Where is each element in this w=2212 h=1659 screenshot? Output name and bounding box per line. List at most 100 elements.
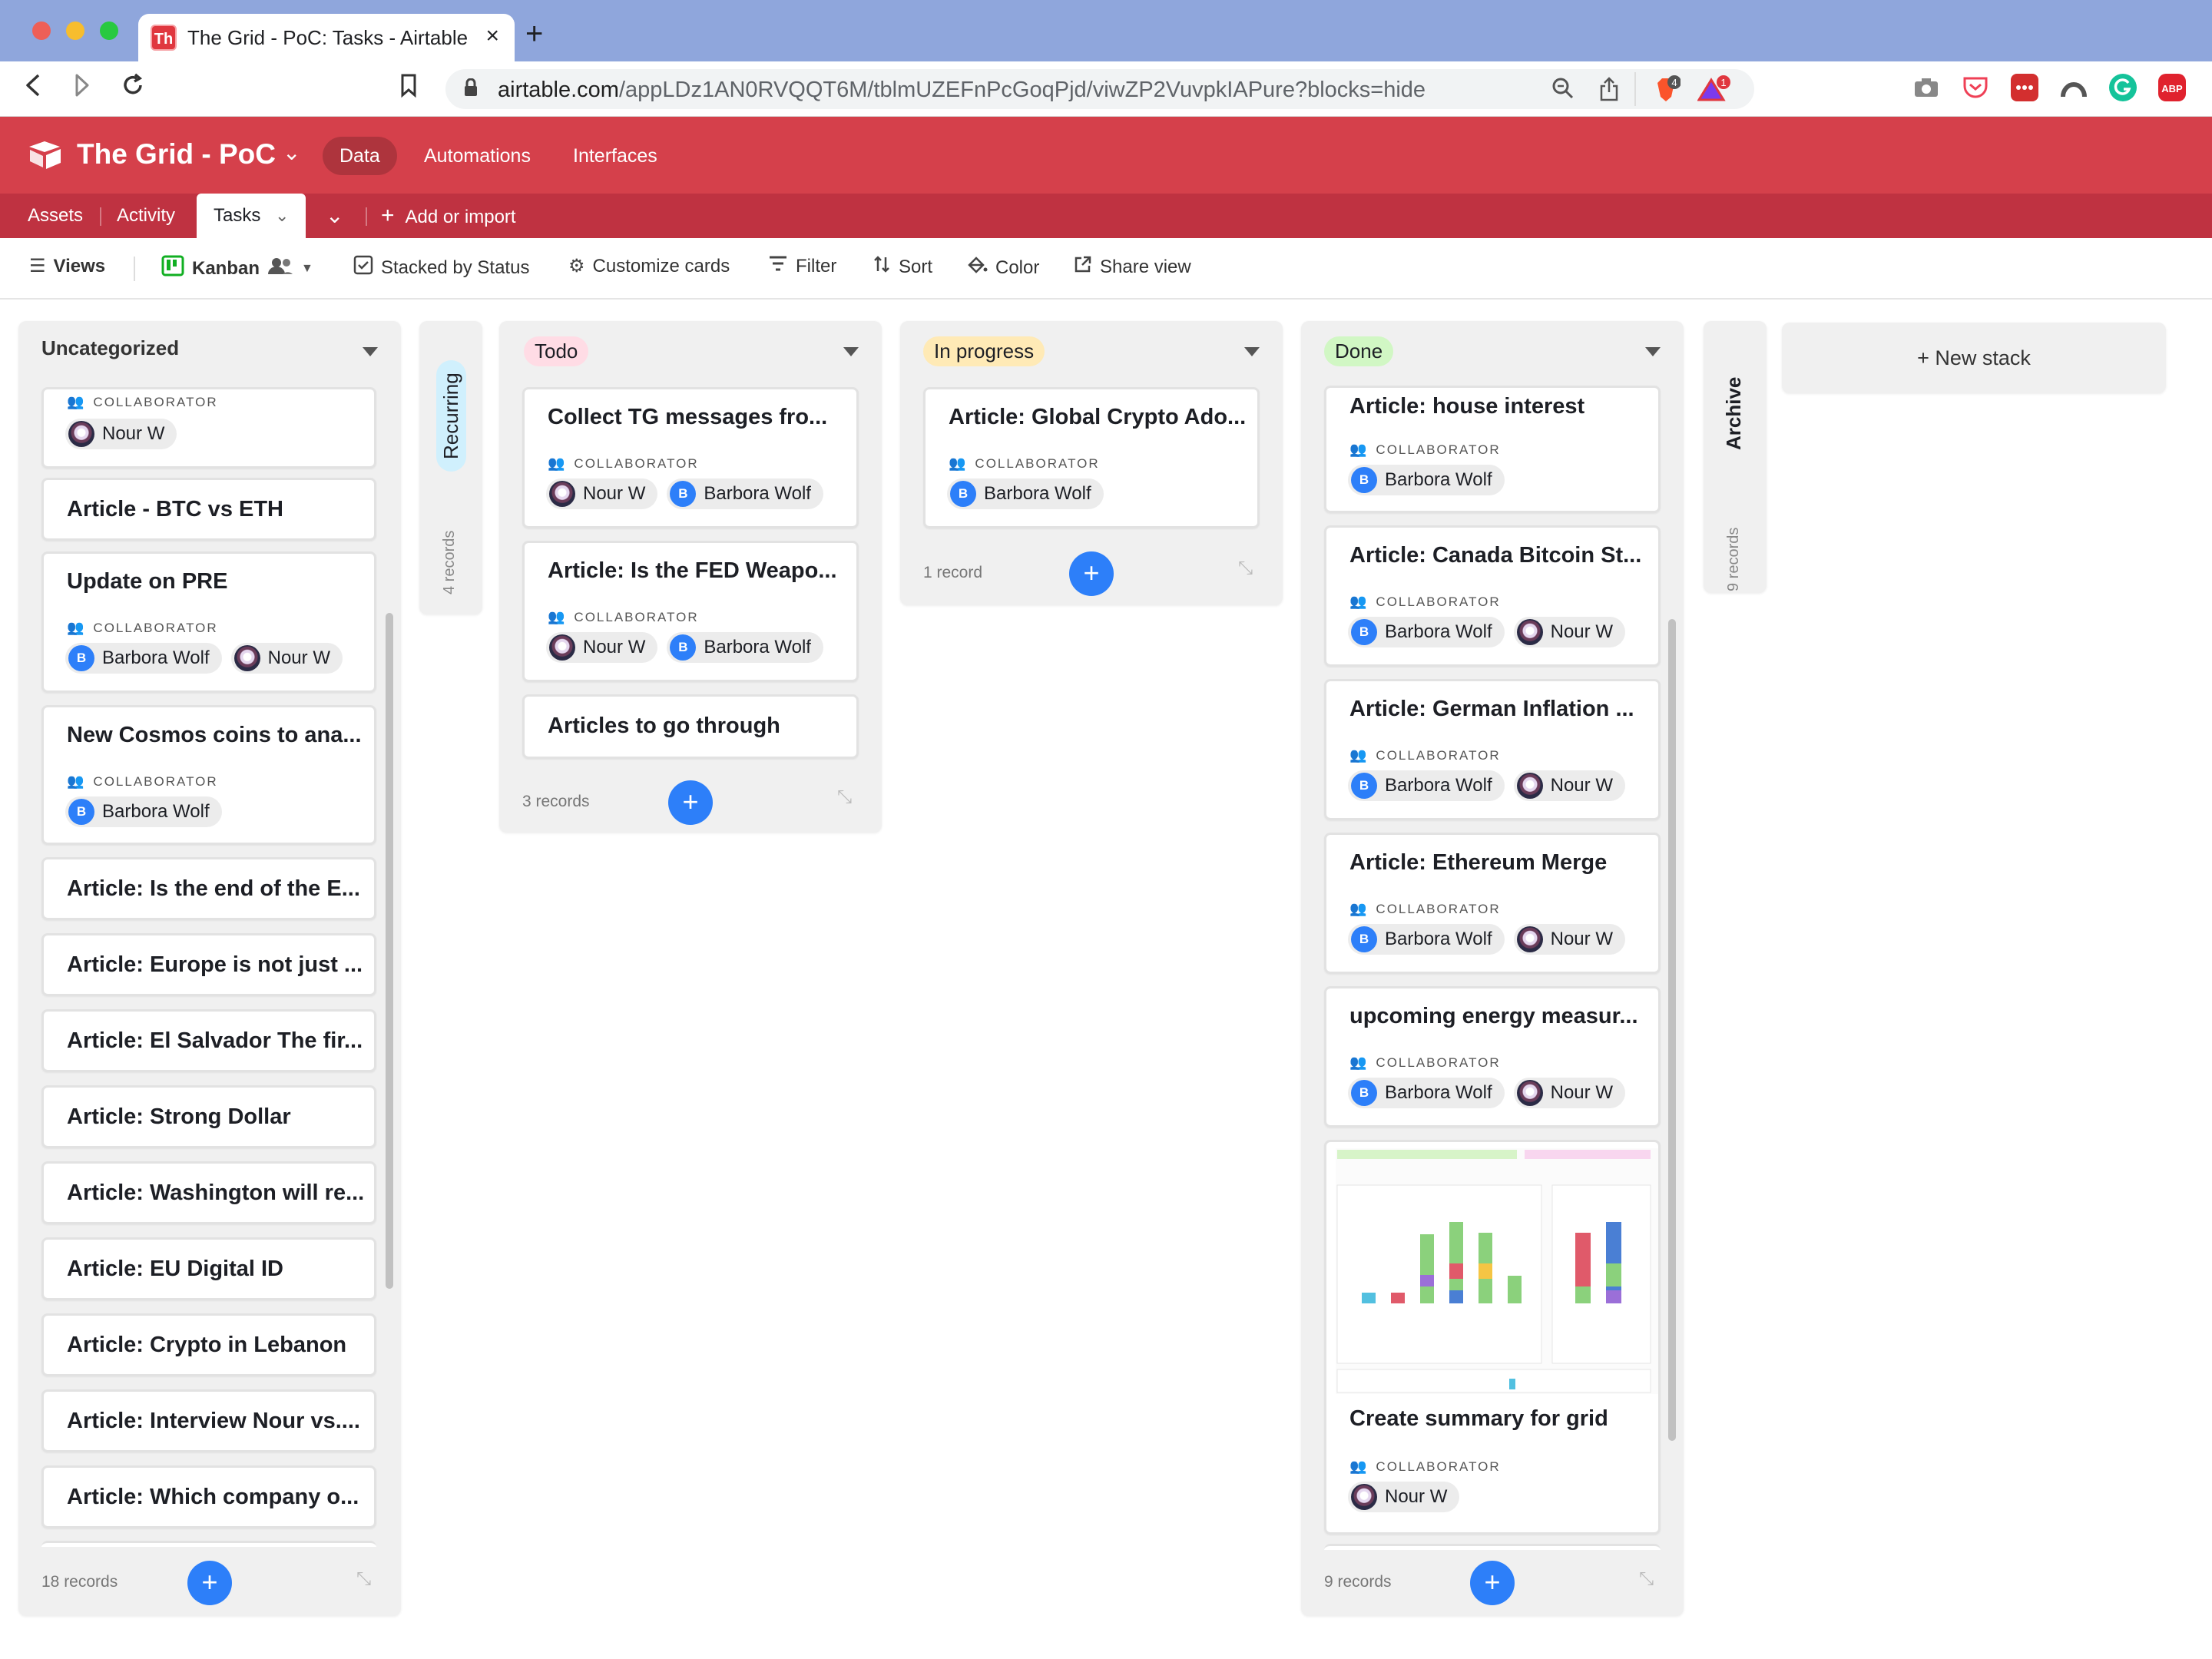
stack-done: Done Article: house interest 👥 COLLABORAT… bbox=[1301, 321, 1684, 1616]
stack-menu-caret-icon[interactable] bbox=[1244, 347, 1260, 356]
record-card[interactable]: Articles to go through bbox=[522, 694, 859, 759]
browser-tab[interactable]: Th The Grid - PoC: Tasks - Airtable × bbox=[138, 14, 515, 63]
record-card[interactable]: Article: Which company o... bbox=[41, 1465, 376, 1528]
add-or-import-button[interactable]: + Add or import bbox=[381, 194, 516, 238]
stack-archive[interactable]: Archive 9 records bbox=[1704, 321, 1767, 593]
close-window-button[interactable] bbox=[32, 22, 51, 40]
collapse-stack-icon[interactable]: ⤡ bbox=[837, 786, 852, 808]
views-button[interactable]: ☰ Views bbox=[29, 255, 105, 277]
arc-extension-icon[interactable] bbox=[2060, 74, 2088, 101]
record-count: 9 records bbox=[1324, 1573, 1392, 1591]
camera-icon[interactable] bbox=[1912, 74, 1940, 101]
collaborator-chip: Nour W bbox=[1513, 1078, 1625, 1108]
record-card[interactable]: 👥 COLLABORATOR Nour W bbox=[41, 387, 376, 469]
record-card[interactable]: Article: Washington will re... bbox=[41, 1161, 376, 1224]
sort-button[interactable]: Sort bbox=[873, 255, 932, 279]
collaborator-chip: B Barbora Wolf bbox=[1348, 924, 1505, 955]
base-name[interactable]: The Grid - PoC bbox=[77, 138, 276, 171]
stacked-by-button[interactable]: Stacked by Status bbox=[353, 255, 529, 280]
record-card[interactable]: Collect TG messages fro... 👥 COLLABORATOR… bbox=[522, 387, 859, 528]
tab-automations[interactable]: Automations bbox=[407, 137, 548, 175]
add-record-button[interactable]: + bbox=[1470, 1561, 1515, 1605]
record-card[interactable]: Article: EU Digital ID bbox=[41, 1237, 376, 1300]
stack-scrollbar[interactable] bbox=[1668, 619, 1676, 1441]
new-tab-button[interactable]: + bbox=[525, 17, 543, 51]
share-icon[interactable] bbox=[1599, 77, 1619, 107]
collapse-stack-icon[interactable]: ⤡ bbox=[1238, 558, 1253, 579]
record-card[interactable]: Article: German Inflation ... 👥 COLLABORA… bbox=[1324, 679, 1661, 820]
record-card[interactable]: Article: house interest 👥 COLLABORATOR BB… bbox=[1324, 386, 1661, 513]
table-tab-assets[interactable]: Assets bbox=[28, 194, 83, 238]
record-count: 4 records bbox=[441, 530, 458, 594]
filter-button[interactable]: Filter bbox=[768, 255, 836, 277]
avatar bbox=[68, 421, 94, 447]
record-card[interactable]: Article: Crypto in Lebanon bbox=[41, 1313, 376, 1376]
stack-menu-caret-icon[interactable] bbox=[843, 347, 859, 356]
people-icon: 👥 bbox=[548, 609, 567, 624]
stack-recurring[interactable]: Recurring 4 records bbox=[419, 321, 482, 614]
attachment-thumbnail[interactable] bbox=[1336, 1148, 1658, 1394]
avatar: B bbox=[670, 481, 697, 507]
card-title: Article: Is the FED Weapo... bbox=[548, 558, 837, 583]
record-card[interactable]: Update on PRE 👥 COLLABORATOR B Barbora Wol… bbox=[41, 551, 376, 693]
extension-red-icon[interactable] bbox=[2011, 74, 2038, 101]
adblock-icon[interactable]: ABP bbox=[2158, 74, 2186, 101]
all-tables-chevron-icon[interactable]: ⌄ bbox=[326, 194, 343, 238]
brave-rewards-icon[interactable]: 1 bbox=[1697, 75, 1731, 110]
collaborator-chip: Nour W bbox=[546, 478, 658, 509]
stack-title: Todo bbox=[524, 336, 589, 366]
avatar: B bbox=[68, 799, 94, 825]
tab-interfaces[interactable]: Interfaces bbox=[556, 137, 674, 175]
collaborator-chips: B Barbora Wolf bbox=[1348, 465, 1505, 495]
card-title: Article: Which company o... bbox=[67, 1485, 359, 1509]
share-view-button[interactable]: Share view bbox=[1074, 255, 1191, 279]
brave-shield-icon[interactable]: 4 bbox=[1650, 75, 1681, 110]
close-tab-icon[interactable]: × bbox=[485, 23, 499, 49]
grammarly-icon[interactable] bbox=[2109, 74, 2137, 101]
bookmark-icon[interactable] bbox=[399, 72, 418, 105]
record-card[interactable]: Article: Canada Bitcoin St... 👥 COLLABORA… bbox=[1324, 525, 1661, 667]
zoom-icon[interactable] bbox=[1551, 77, 1575, 105]
stack-menu-caret-icon[interactable] bbox=[1645, 347, 1661, 356]
record-card[interactable]: Create summary for grid 👥 COLLABORATOR No… bbox=[1324, 1140, 1661, 1535]
record-card[interactable]: New Cosmos coins to ana... 👥 COLLABORATOR… bbox=[41, 705, 376, 845]
record-card[interactable]: upcoming energy measur... 👥 COLLABORATOR … bbox=[1324, 986, 1661, 1128]
add-record-button[interactable]: + bbox=[668, 780, 713, 825]
record-card[interactable]: Article: Global Crypto Ado... 👥 COLLABORA… bbox=[923, 387, 1260, 528]
record-card[interactable]: Article: Ethereum Merge 👥 COLLABORATOR BB… bbox=[1324, 833, 1661, 974]
view-switcher[interactable]: Kanban ▼ bbox=[161, 255, 313, 282]
airtable-logo-icon[interactable] bbox=[28, 140, 63, 174]
stack-menu-caret-icon[interactable] bbox=[363, 347, 378, 356]
forward-icon[interactable] bbox=[72, 72, 92, 105]
record-card[interactable]: Article: Strong Dollar bbox=[41, 1085, 376, 1148]
record-card[interactable]: Article - BTC vs ETH bbox=[41, 478, 376, 541]
collapse-stack-icon[interactable]: ⤡ bbox=[356, 1568, 371, 1590]
card-title: Article: German Inflation ... bbox=[1349, 697, 1634, 721]
chevron-down-icon[interactable]: ⌄ bbox=[283, 140, 300, 165]
card-title: Article: Is the end of the E... bbox=[67, 876, 360, 901]
record-card[interactable]: Article: Interview Nour vs.... bbox=[41, 1389, 376, 1452]
stack-scrollbar[interactable] bbox=[386, 613, 393, 1289]
table-tab-tasks[interactable]: Tasks ⌄ bbox=[197, 194, 306, 238]
chevron-down-icon[interactable]: ⌄ bbox=[275, 194, 289, 238]
add-record-button[interactable]: + bbox=[187, 1561, 232, 1605]
stacked-by-label: Stacked by Status bbox=[381, 257, 530, 278]
reload-icon[interactable] bbox=[120, 72, 146, 105]
back-icon[interactable] bbox=[23, 72, 43, 105]
add-record-button[interactable]: + bbox=[1069, 551, 1114, 596]
record-card[interactable]: Article: Europe is not just ... bbox=[41, 933, 376, 996]
color-button[interactable]: Color bbox=[966, 255, 1039, 280]
card-title: Article: EU Digital ID bbox=[67, 1257, 283, 1281]
record-card[interactable]: Article: Is the end of the E... bbox=[41, 857, 376, 920]
new-stack-button[interactable]: + New stack bbox=[1782, 323, 2166, 393]
minimize-window-button[interactable] bbox=[66, 22, 84, 40]
url-field[interactable]: airtable.com/appLDz1AN0RVQQT6M/tblmUZEFn… bbox=[445, 69, 1754, 109]
collapse-stack-icon[interactable]: ⤡ bbox=[1639, 1568, 1654, 1590]
pocket-icon[interactable] bbox=[1962, 74, 1989, 101]
customize-cards-button[interactable]: ⚙ Customize cards bbox=[568, 255, 730, 277]
tab-data[interactable]: Data bbox=[323, 137, 397, 175]
table-tab-activity[interactable]: Activity bbox=[117, 194, 175, 238]
record-card[interactable]: Article: El Salvador The fir... bbox=[41, 1009, 376, 1072]
record-card[interactable]: Article: Is the FED Weapo... 👥 COLLABORAT… bbox=[522, 541, 859, 682]
maximize-window-button[interactable] bbox=[100, 22, 118, 40]
